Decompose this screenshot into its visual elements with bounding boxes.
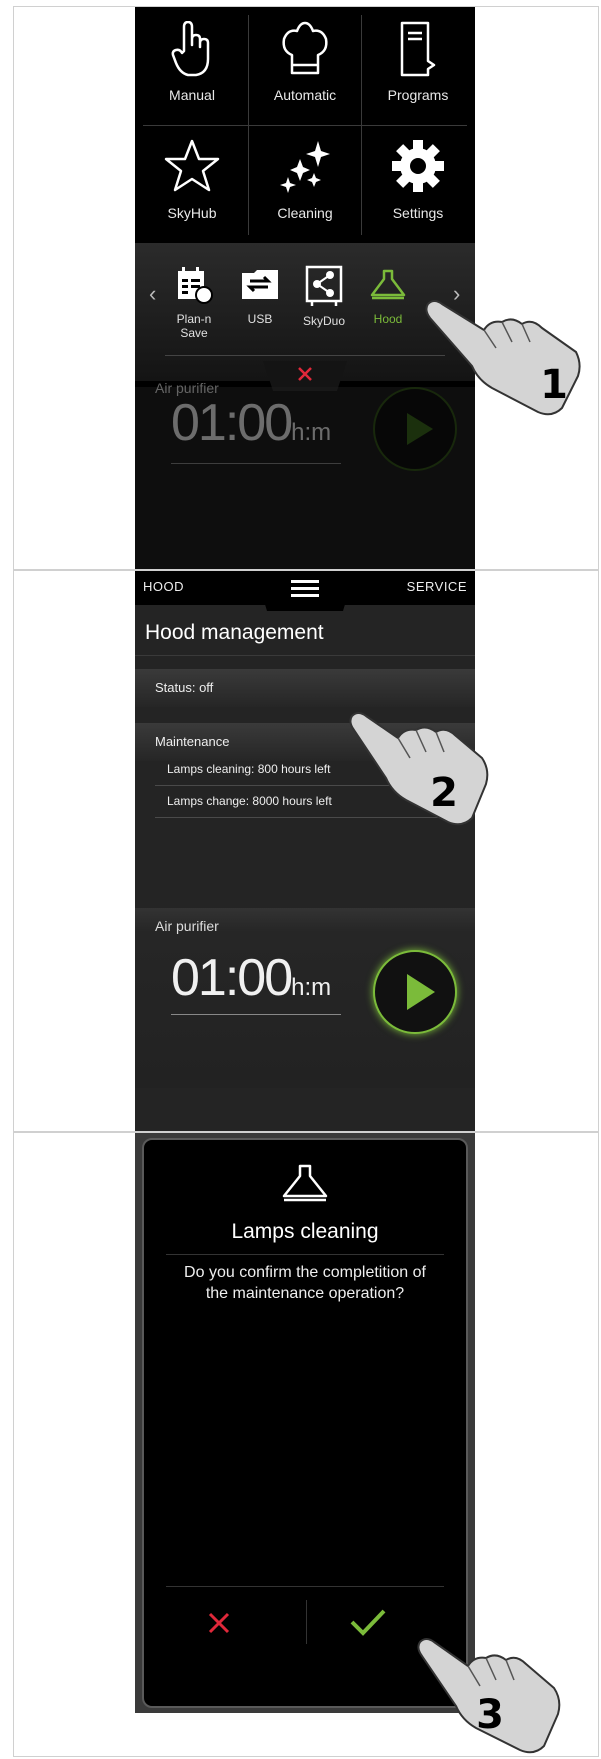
- step-number-1: 1: [540, 362, 568, 408]
- skyhub-button[interactable]: SkyHub: [139, 125, 245, 243]
- share-icon: [305, 265, 343, 306]
- plan-n-save-label: Plan-n Save: [176, 312, 212, 340]
- play-icon: [407, 974, 435, 1010]
- status-text: Status: off: [155, 680, 214, 695]
- automatic-label: Automatic: [273, 87, 337, 103]
- purifier-timer: 01:00h:m: [171, 393, 331, 453]
- settings-label: Settings: [392, 205, 444, 221]
- confirm-dialog-screen: Lamps cleaning Do you confirm the comple…: [135, 1133, 475, 1713]
- timer-unit: h:m: [291, 974, 332, 1001]
- timer-unit: h:m: [291, 419, 332, 446]
- automatic-button[interactable]: Automatic: [252, 7, 358, 125]
- pointing-hand-step-1: 1: [425, 300, 581, 416]
- hood-icon: [282, 1164, 328, 1202]
- dialog-message-line-1: Do you confirm the completition of: [184, 1264, 426, 1281]
- cleaning-button[interactable]: Cleaning: [252, 125, 358, 243]
- hood-management-screen: HOOD SERVICE Hood management Status: off…: [135, 571, 475, 1131]
- pointing-hand-step-2: 2: [349, 712, 489, 826]
- status-band: Status: off: [135, 669, 475, 707]
- home-menu-screen: Manual Automatic Programs SkyHub Cleanin…: [135, 7, 475, 569]
- planner-icon: [178, 267, 213, 304]
- manual-button[interactable]: Manual: [139, 7, 245, 125]
- step-number-2: 2: [430, 770, 458, 816]
- hamburger-icon: [291, 580, 319, 597]
- skyduo-button[interactable]: SkyDuo: [289, 265, 359, 328]
- step-number-3: 3: [476, 1692, 504, 1738]
- star-icon: [164, 139, 220, 192]
- manual-label: Manual: [169, 87, 215, 103]
- settings-button[interactable]: Settings: [365, 125, 471, 243]
- lamps-cleaning-label: Lamps cleaning: 800 hours left: [167, 762, 331, 776]
- checkmark-icon: [350, 1609, 386, 1636]
- maintenance-title: Maintenance: [155, 734, 230, 749]
- air-purifier-title: Air purifier: [155, 918, 219, 934]
- purifier-timer: 01:00h:m: [171, 948, 331, 1008]
- page-title: Hood management: [145, 621, 324, 644]
- menu-button[interactable]: [255, 571, 355, 611]
- close-icon: [208, 1612, 230, 1634]
- dialog-message: Do you confirm the completition of the m…: [158, 1262, 452, 1304]
- close-icon: [298, 367, 312, 381]
- sparkle-icon: [280, 141, 330, 193]
- programs-button[interactable]: Programs: [365, 7, 471, 125]
- dialog-title: Lamps cleaning: [231, 1220, 379, 1243]
- hood-icon: [370, 269, 406, 300]
- timer-value: 01:00: [171, 949, 293, 1007]
- pointing-hand-step-3: 3: [417, 1638, 561, 1754]
- cleaning-label: Cleaning: [277, 205, 333, 221]
- lamps-change-label: Lamps change: 8000 hours left: [167, 794, 332, 808]
- air-purifier-panel: Air purifier 01:00h:m: [135, 908, 475, 1088]
- chef-hat-icon: [282, 21, 328, 75]
- gear-icon: [392, 140, 444, 192]
- usb-transfer-icon: [242, 270, 278, 299]
- topbar-hood-label: HOOD: [143, 579, 184, 594]
- skyhub-label: SkyHub: [167, 205, 217, 221]
- hood-button[interactable]: Hood: [353, 265, 423, 326]
- chevron-left-icon[interactable]: ‹: [149, 281, 156, 307]
- book-icon: [400, 21, 436, 77]
- play-button[interactable]: [373, 950, 457, 1034]
- plan-n-save-button[interactable]: Plan-n Save: [159, 265, 229, 340]
- confirm-dialog: Lamps cleaning Do you confirm the comple…: [142, 1138, 468, 1708]
- skyduo-label: SkyDuo: [302, 314, 346, 328]
- hand-pointer-icon: [171, 21, 210, 77]
- cancel-button[interactable]: [152, 1592, 302, 1656]
- programs-label: Programs: [387, 87, 449, 103]
- usb-label: USB: [247, 312, 273, 326]
- dialog-message-line-2: the maintenance operation?: [205, 1285, 405, 1302]
- usb-button[interactable]: USB: [225, 265, 295, 326]
- service-button[interactable]: SERVICE: [407, 579, 467, 594]
- timer-value: 01:00: [171, 394, 293, 452]
- hood-label: Hood: [373, 312, 403, 326]
- main-menu-grid: Manual Automatic Programs SkyHub Cleanin…: [135, 7, 475, 243]
